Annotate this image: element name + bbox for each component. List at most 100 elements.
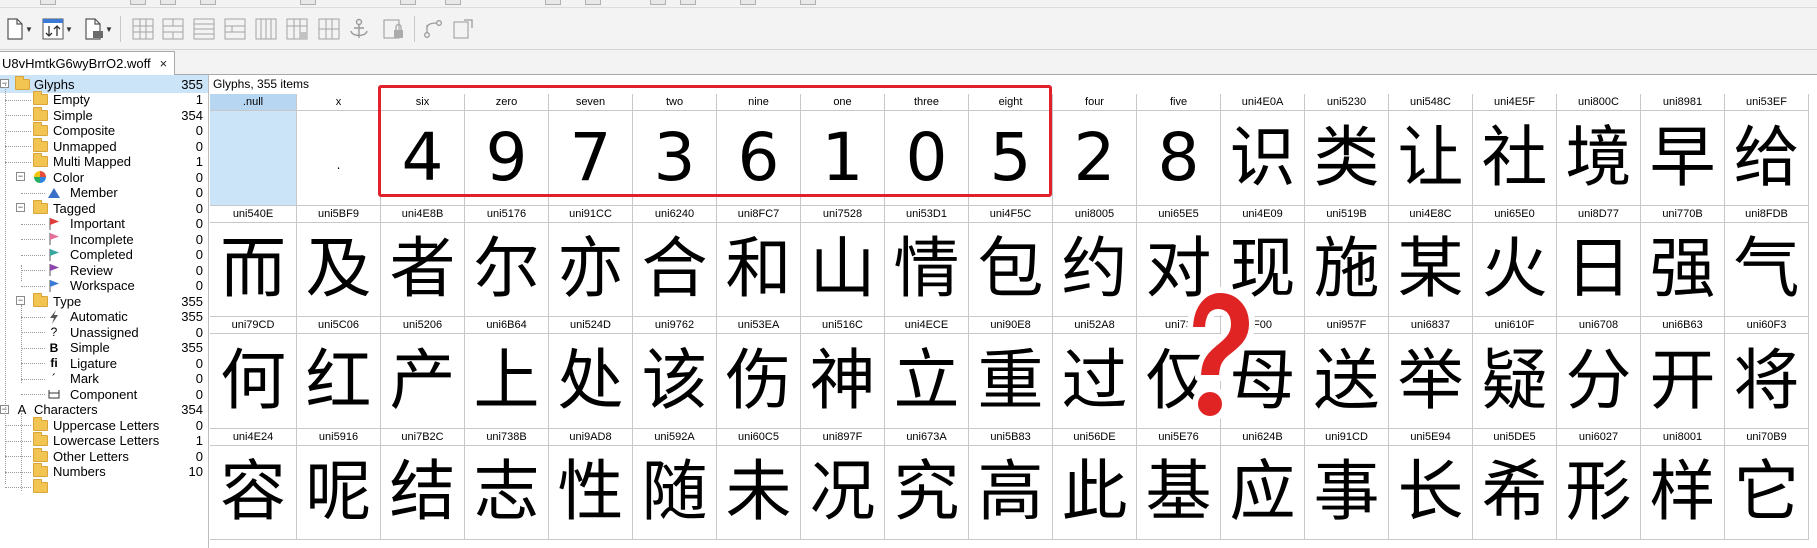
glyph-cell-uni5E76[interactable]: uni5E76 基	[1137, 428, 1221, 540]
glyph-cell-seven[interactable]: seven 7	[549, 94, 633, 206]
glyph-cell-x[interactable]: x.	[297, 94, 381, 206]
glyph-metrics-button[interactable]	[286, 17, 308, 41]
glyph-cell-uni60C5[interactable]: uni60C5 未	[717, 428, 801, 540]
toolbar-ghost-icon[interactable]	[585, 0, 601, 5]
collapse-toggle-icon[interactable]: −	[16, 203, 25, 212]
glyph-cell-uni65E0[interactable]: uni65E0 火	[1473, 205, 1557, 317]
glyph-cell-uni4ECE[interactable]: uni4ECE 立	[885, 317, 969, 429]
glyph-cell-uni524D[interactable]: uni524D 处	[549, 317, 633, 429]
split-button[interactable]	[224, 17, 246, 41]
toolbar-ghost-icon[interactable]	[680, 0, 696, 5]
glyph-cell-two[interactable]: two 3	[633, 94, 717, 206]
anchor-button[interactable]	[348, 17, 370, 41]
toolbar-ghost-icon[interactable]	[130, 0, 146, 5]
glyph-cell-uni5DE5[interactable]: uni5DE5 希	[1473, 428, 1557, 540]
new-file-button[interactable]: ▼	[6, 17, 33, 41]
glyph-cell-nine[interactable]: nine 6	[717, 94, 801, 206]
toolbar-ghost-icon[interactable]	[800, 0, 816, 5]
glyph-cell-uni624B[interactable]: uni624B 应	[1221, 428, 1305, 540]
glyph-cell-three[interactable]: three 0	[885, 94, 969, 206]
glyph-cell-uni79CD[interactable]: uni79CD 何	[210, 317, 297, 429]
toolbar-ghost-icon[interactable]	[740, 0, 756, 5]
toolbar-ghost-icon[interactable]	[650, 0, 666, 5]
glyph-cell-uni53D1[interactable]: uni53D1 情	[885, 205, 969, 317]
glyph-cell-uni91CD[interactable]: uni91CD 事	[1305, 428, 1389, 540]
glyph-cell-uni897F[interactable]: uni897F 况	[801, 428, 885, 540]
glyph-cell-uni8D77[interactable]: uni8D77 日	[1557, 205, 1641, 317]
toolbar-ghost-icon[interactable]	[40, 0, 56, 5]
glyph-cell-uni516C[interactable]: uni516C 神	[801, 317, 885, 429]
glyph-cell-uni6240[interactable]: uni6240 合	[633, 205, 717, 317]
glyph-cell-uni4E24[interactable]: uni4E24 容	[210, 428, 297, 540]
glyph-cell-uni6027[interactable]: uni6027 形	[1557, 428, 1641, 540]
glyph-cell-uni4E5F[interactable]: uni4E5F 社	[1473, 94, 1557, 206]
glyph-cell-uni4E8C[interactable]: uni4E8C 某	[1389, 205, 1473, 317]
glyph-cell-uni6837[interactable]: uni6837 举	[1389, 317, 1473, 429]
glyph-cell-uni90E8[interactable]: uni90E8 重	[969, 317, 1053, 429]
glyph-cell-four[interactable]: four 2	[1053, 94, 1137, 206]
glyph-cell-eight[interactable]: eight 5	[969, 94, 1053, 206]
branch-button[interactable]	[422, 17, 444, 41]
glyph-cell-uni91CC[interactable]: uni91CC 亦	[549, 205, 633, 317]
glyph-cell-uni673A[interactable]: uni673A 究	[885, 428, 969, 540]
glyph-cell-uni5E94[interactable]: uni5E94 长	[1389, 428, 1473, 540]
glyph-cell-uni56DE[interactable]: uni56DE 此	[1053, 428, 1137, 540]
collapse-toggle-icon[interactable]: −	[16, 172, 25, 181]
merge-cells-button[interactable]	[162, 17, 184, 41]
glyph-cell-uni4E0A[interactable]: uni4E0A 识	[1221, 94, 1305, 206]
glyph-cell-uni4F5C[interactable]: uni4F5C 包	[969, 205, 1053, 317]
glyph-cell-uni548C[interactable]: uni548C 让	[1389, 94, 1473, 206]
glyph-cell-uni8005[interactable]: uni8005 约	[1053, 205, 1137, 317]
glyph-cell-uni7528[interactable]: uni7528 山	[801, 205, 885, 317]
toolbar-ghost-icon[interactable]	[400, 0, 416, 5]
glyph-cell-uni592A[interactable]: uni592A 随	[633, 428, 717, 540]
toolbar-ghost-icon[interactable]	[160, 0, 176, 5]
glyph-cell-uni5916[interactable]: uni5916 呢	[297, 428, 381, 540]
glyph-cell-uni53EF[interactable]: uni53EF 给	[1725, 94, 1809, 206]
glyph-cell-uni6708[interactable]: uni6708 分	[1557, 317, 1641, 429]
glyph-cell-uni8001[interactable]: uni8001 样	[1641, 428, 1725, 540]
glyph-cell-six[interactable]: six 4	[381, 94, 465, 206]
glyph-cell-uni4E09[interactable]: uni4E09 现	[1221, 205, 1305, 317]
glyph-cell-uni8FC7[interactable]: uni8FC7 和	[717, 205, 801, 317]
glyph-cell-uni53EA[interactable]: uni53EA 伤	[717, 317, 801, 429]
glyph-cell-uni6B64[interactable]: uni6B64 上	[465, 317, 549, 429]
collapse-toggle-icon[interactable]: −	[16, 296, 25, 305]
rows-button[interactable]	[193, 17, 215, 41]
glyph-cell-uni610F[interactable]: uni610F 疑	[1473, 317, 1557, 429]
glyph-cell-uni5176[interactable]: uni5176 尔	[465, 205, 549, 317]
glyph-cell-uni4E8B[interactable]: uni4E8B 者	[381, 205, 465, 317]
glyph-cell-F00[interactable]: F00 母	[1221, 317, 1305, 429]
glyph-cell-uni738B[interactable]: uni738B 志	[465, 428, 549, 540]
sidebar-item-more[interactable]	[0, 478, 208, 496]
glyph-cell-uni9762[interactable]: uni9762 该	[633, 317, 717, 429]
columns-button[interactable]	[255, 17, 277, 41]
glyph-cell-uni60F3[interactable]: uni60F3 将	[1725, 317, 1809, 429]
glyph-cell-uni519B[interactable]: uni519B 施	[1305, 205, 1389, 317]
glyph-cell-uni70B9[interactable]: uni70B9 它	[1725, 428, 1809, 540]
glyph-cell-uni52A8[interactable]: uni52A8 过	[1053, 317, 1137, 429]
glyph-cell-uni8981[interactable]: uni8981 早	[1641, 94, 1725, 206]
flip-button[interactable]	[452, 17, 474, 41]
glyph-cell-uni8FDB[interactable]: uni8FDB 气	[1725, 205, 1809, 317]
toolbar-ghost-icon[interactable]	[300, 0, 316, 5]
glyph-cell-uni540E[interactable]: uni540E 而	[210, 205, 297, 317]
glyph-table-button[interactable]	[318, 17, 340, 41]
glyph-cell-uni800C[interactable]: uni800C 境	[1557, 94, 1641, 206]
glyph-cell-uni5230[interactable]: uni5230 类	[1305, 94, 1389, 206]
sort-button[interactable]: ▼	[42, 17, 73, 41]
glyph-cell-uni65E5[interactable]: uni65E5 对	[1137, 205, 1221, 317]
glyph-cell-uni7B2C[interactable]: uni7B2C 结	[381, 428, 465, 540]
close-icon[interactable]: ×	[160, 56, 168, 71]
glyph-cell-five[interactable]: five 8	[1137, 94, 1221, 206]
toolbar-ghost-icon[interactable]	[545, 0, 561, 5]
toolbar-ghost-icon[interactable]	[445, 0, 461, 5]
glyph-cell-zero[interactable]: zero 9	[465, 94, 549, 206]
lock-button[interactable]	[382, 17, 406, 41]
export-file-button[interactable]: ▼	[84, 17, 113, 41]
glyph-cell-uni5BF9[interactable]: uni5BF9 及	[297, 205, 381, 317]
glyph-cell-uni6B63[interactable]: uni6B63 开	[1641, 317, 1725, 429]
glyph-cell-uni5206[interactable]: uni5206 产	[381, 317, 465, 429]
glyph-cell-uni770B[interactable]: uni770B 强	[1641, 205, 1725, 317]
glyph-cell-one[interactable]: one 1	[801, 94, 885, 206]
